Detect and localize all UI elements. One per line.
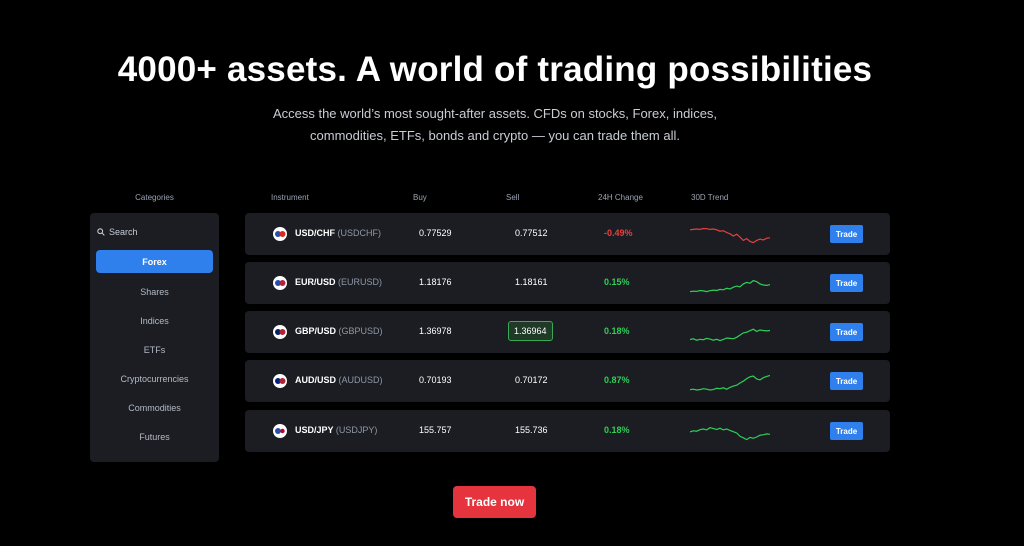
change-value: 0.87% [604,375,630,385]
sell-price: 155.736 [515,425,548,435]
trade-button[interactable]: Trade [830,225,863,243]
instrument-row[interactable]: USD/CHF (USDCHF) 0.77529 0.77512 -0.49% … [245,213,890,255]
usd-jpy-flag-icon [273,424,287,438]
buy-price: 0.77529 [419,228,452,238]
buy-price: 0.70193 [419,375,452,385]
instrument-code: (AUDUSD) [338,375,383,385]
trend-sparkline [690,279,770,293]
trend-line [690,328,770,342]
gbp-usd-flag-icon [273,325,287,339]
instrument-code: (USDJPY) [335,425,378,435]
instrument-code: (EURUSD) [338,277,383,287]
hero-subtitle-line1: Access the world’s most sought-after ass… [272,106,718,121]
category-commodities[interactable]: Commodities [96,396,213,419]
instrument-symbol: GBP/USD [295,326,337,336]
trend-line [690,427,770,441]
sell-price: 0.70172 [515,375,548,385]
instrument-name: USD/CHF (USDCHF) [295,228,381,238]
instrument-symbol: EUR/USD [295,277,336,287]
eur-usd-flag-icon [273,276,287,290]
sell-price-highlighted: 1.36964 [508,321,553,341]
instrument-name: USD/JPY (USDJPY) [295,425,377,435]
instrument-code: (USDCHF) [337,228,382,238]
trend-sparkline [690,328,770,342]
category-forex[interactable]: Forex [96,250,213,273]
category-cryptocurrencies[interactable]: Cryptocurrencies [96,367,213,390]
instrument-row[interactable]: GBP/USD (GBPUSD) 1.36978 1.36964 0.18% T… [245,311,890,353]
trend-line [690,374,770,391]
category-search[interactable]: Search [97,227,138,237]
instrument-name: AUD/USD (AUDUSD) [295,375,383,385]
instrument-row[interactable]: USD/JPY (USDJPY) 155.757 155.736 0.18% T… [245,410,890,452]
buy-price: 1.18176 [419,277,452,287]
change-value: 0.15% [604,277,630,287]
instrument-symbol: USD/JPY [295,425,334,435]
hero-subtitle-line2: commodities, ETFs, bonds and crypto — yo… [310,128,680,143]
instrument-row[interactable]: AUD/USD (AUDUSD) 0.70193 0.70172 0.87% T… [245,360,890,402]
sell-price: 0.77512 [515,228,548,238]
col-head-instrument: Instrument [271,193,309,202]
buy-price: 155.757 [419,425,452,435]
trade-button[interactable]: Trade [830,372,863,390]
categories-panel: Search Forex Shares Indices ETFs Cryptoc… [90,213,219,462]
instrument-code: (GBPUSD) [338,326,383,336]
hero-title: 4000+ assets. A world of trading possibi… [117,50,873,89]
trend-sparkline [690,374,770,391]
sell-price: 1.18161 [515,277,548,287]
category-etfs[interactable]: ETFs [96,338,213,361]
instrument-name: EUR/USD (EURUSD) [295,277,382,287]
trade-now-button[interactable]: Trade now [453,486,536,518]
col-head-sell: Sell [506,193,520,202]
col-head-trend: 30D Trend [691,193,729,202]
category-futures[interactable]: Futures [96,425,213,448]
col-head-change: 24H Change [598,193,643,202]
category-shares[interactable]: Shares [96,280,213,303]
trend-sparkline [690,227,770,244]
aud-usd-flag-icon [273,374,287,388]
trend-line [690,279,770,293]
search-icon [97,228,105,236]
search-label: Search [109,227,138,237]
hero-subtitle: Access the world’s most sought-after ass… [270,103,720,147]
change-value: -0.49% [604,228,633,238]
category-indices[interactable]: Indices [96,309,213,332]
buy-price: 1.36978 [419,326,452,336]
instrument-symbol: USD/CHF [295,228,335,238]
trend-line [690,227,770,244]
col-head-buy: Buy [413,193,427,202]
categories-heading: Categories [135,193,174,202]
change-value: 0.18% [604,425,630,435]
instrument-symbol: AUD/USD [295,375,337,385]
trade-button[interactable]: Trade [830,274,863,292]
change-value: 0.18% [604,326,630,336]
trade-button[interactable]: Trade [830,422,863,440]
instrument-name: GBP/USD (GBPUSD) [295,326,383,336]
trend-sparkline [690,427,770,441]
trade-button[interactable]: Trade [830,323,863,341]
instrument-row[interactable]: EUR/USD (EURUSD) 1.18176 1.18161 0.15% T… [245,262,890,304]
usd-chf-flag-icon [273,227,287,241]
